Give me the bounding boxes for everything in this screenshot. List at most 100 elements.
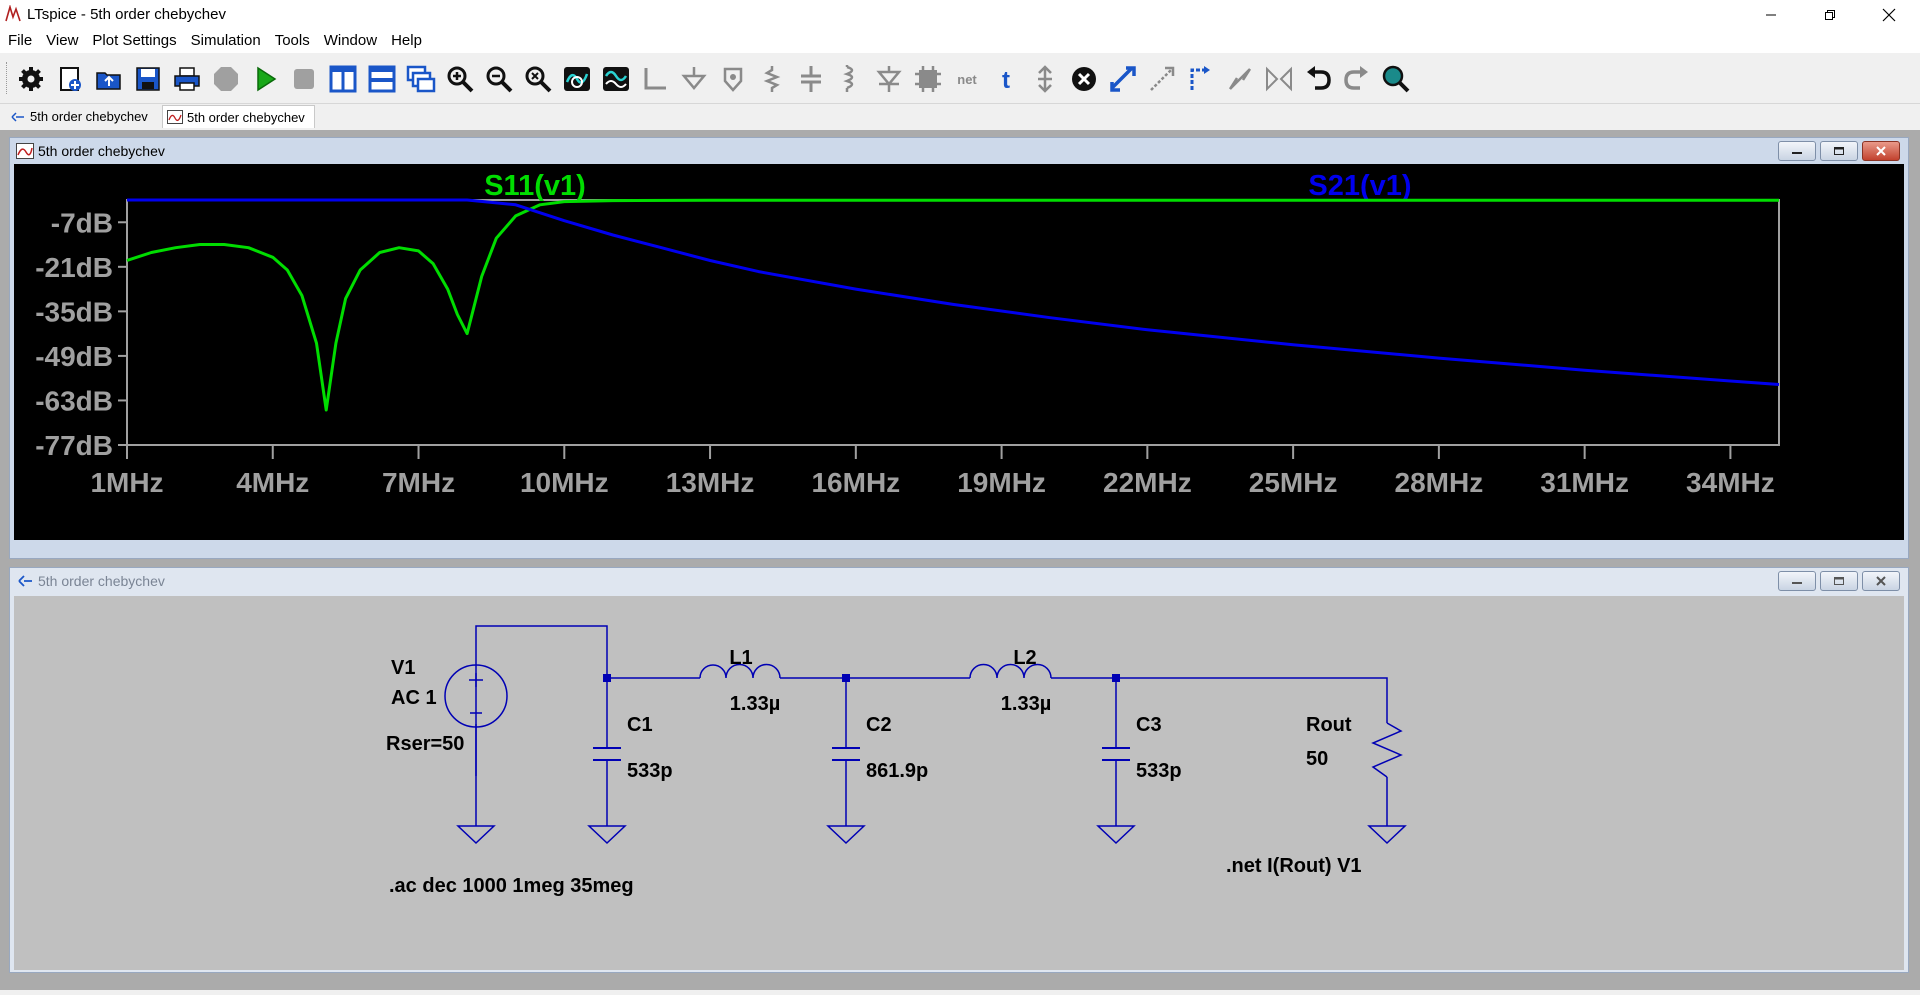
menu-plot-settings[interactable]: Plot Settings: [86, 30, 182, 52]
maximize-icon: [1834, 577, 1844, 585]
move-icon[interactable]: [1030, 64, 1060, 94]
y-tick-label: -63dB: [35, 385, 113, 416]
save-disk-icon[interactable]: [133, 64, 163, 94]
menu-window[interactable]: Window: [318, 30, 383, 52]
legend-s11[interactable]: S11(v1): [484, 170, 586, 202]
l2-value[interactable]: 1.33µ: [1001, 693, 1051, 715]
capacitor-c2[interactable]: [832, 747, 860, 761]
c1-name[interactable]: C1: [627, 714, 653, 736]
tab-schematic[interactable]: 5th order chebychev: [6, 105, 160, 128]
net-directive[interactable]: .net I(Rout) V1: [1226, 855, 1362, 877]
inductor-l2[interactable]: [969, 663, 1052, 679]
run-icon[interactable]: [250, 64, 280, 94]
minimize-button[interactable]: [1741, 0, 1800, 29]
c2-name[interactable]: C2: [866, 714, 892, 736]
waveform-close-button[interactable]: [1862, 141, 1900, 161]
inductor-icon[interactable]: [835, 64, 865, 94]
ground-icon[interactable]: [679, 64, 709, 94]
rout-value[interactable]: 50: [1306, 748, 1328, 770]
waveform-icon[interactable]: [601, 64, 631, 94]
x-tick-label: 19MHz: [957, 467, 1046, 498]
y-tick-label: -49dB: [35, 341, 113, 372]
rotate-icon[interactable]: [1186, 64, 1216, 94]
open-folder-icon[interactable]: [94, 64, 124, 94]
rout-name[interactable]: Rout: [1306, 714, 1352, 736]
ac-directive[interactable]: .ac dec 1000 1meg 35meg: [389, 875, 634, 897]
zoom-out-icon[interactable]: [484, 64, 514, 94]
mirror-icon[interactable]: [1225, 64, 1255, 94]
close-button[interactable]: [1859, 0, 1918, 29]
schematic-window-icon: [18, 575, 32, 587]
cascade-windows-icon[interactable]: [406, 64, 436, 94]
schematic-maximize-button[interactable]: [1820, 571, 1858, 591]
menu-view[interactable]: View: [40, 30, 84, 52]
tile-horizontal-icon[interactable]: [367, 64, 397, 94]
capacitor-c3[interactable]: [1102, 747, 1130, 761]
minimize-icon: [1765, 14, 1776, 15]
autorange-icon[interactable]: [562, 64, 592, 94]
resistor-icon[interactable]: [757, 64, 787, 94]
new-schematic-icon[interactable]: [55, 64, 85, 94]
y-tick-label: -21dB: [35, 252, 113, 283]
label-net-icon[interactable]: [718, 64, 748, 94]
stop-icon[interactable]: [289, 64, 319, 94]
wire-icon[interactable]: [640, 64, 670, 94]
schematic-drawing: V1 AC 1 Rser=50 C1 533p L1 1.33µ C2 861.…: [386, 625, 1407, 897]
duplicate-icon[interactable]: [1108, 64, 1138, 94]
component-icon[interactable]: [913, 64, 943, 94]
halt-icon[interactable]: [211, 64, 241, 94]
c1-value[interactable]: 533p: [627, 760, 673, 782]
menu-simulation[interactable]: Simulation: [185, 30, 267, 52]
c2-value[interactable]: 861.9p: [866, 760, 928, 782]
undo-icon[interactable]: [1303, 64, 1333, 94]
waveform-maximize-button[interactable]: [1820, 141, 1858, 161]
resistor-rout[interactable]: [1371, 722, 1403, 778]
find-icon[interactable]: [1381, 64, 1411, 94]
schematic-canvas[interactable]: V1 AC 1 Rser=50 C1 533p L1 1.33µ C2 861.…: [14, 596, 1904, 970]
zoom-in-icon[interactable]: [445, 64, 475, 94]
waveform-window-icon: [16, 143, 34, 159]
tab-waveform[interactable]: 5th order chebychev: [162, 105, 315, 128]
delete-icon[interactable]: [1069, 64, 1099, 94]
restore-button[interactable]: [1800, 0, 1859, 29]
toolbar: net t: [0, 54, 1920, 104]
tile-vertical-icon[interactable]: [328, 64, 358, 94]
x-tick-label: 25MHz: [1249, 467, 1338, 498]
x-tick-label: 13MHz: [666, 467, 755, 498]
maximize-icon: [1834, 147, 1844, 155]
schematic-window-titlebar[interactable]: 5th order chebychev: [10, 568, 1908, 594]
flip-icon[interactable]: [1264, 64, 1294, 94]
text-icon[interactable]: t: [991, 64, 1021, 94]
menu-file[interactable]: File: [2, 30, 38, 52]
l2-name[interactable]: L2: [1013, 647, 1036, 669]
capacitor-c1[interactable]: [593, 747, 621, 761]
l1-name[interactable]: L1: [729, 647, 752, 669]
waveform-minimize-button[interactable]: [1778, 141, 1816, 161]
toolbar-grip[interactable]: [6, 62, 10, 94]
c3-value[interactable]: 533p: [1136, 760, 1182, 782]
waveform-plot[interactable]: -7dB -21dB -35dB -49dB -63dB -77dB 1MHz 4MHz 7M…: [14, 164, 1904, 540]
menu-tools[interactable]: Tools: [269, 30, 316, 52]
schematic-close-button[interactable]: [1862, 571, 1900, 591]
diode-icon[interactable]: [874, 64, 904, 94]
legend-s21[interactable]: S21(v1): [1308, 170, 1411, 202]
window-title: LTspice - 5th order chebychev: [27, 6, 226, 23]
drag-icon[interactable]: [1147, 64, 1177, 94]
menu-bar: File View Plot Settings Simulation Tools…: [0, 29, 1920, 53]
capacitor-icon[interactable]: [796, 64, 826, 94]
settings-gear-icon[interactable]: [16, 64, 46, 94]
zoom-fit-icon[interactable]: [523, 64, 553, 94]
schematic-minimize-button[interactable]: [1778, 571, 1816, 591]
print-icon[interactable]: [172, 64, 202, 94]
c3-name[interactable]: C3: [1136, 714, 1162, 736]
v1-name[interactable]: V1: [391, 657, 415, 679]
redo-icon[interactable]: [1342, 64, 1372, 94]
v1-value[interactable]: AC 1: [391, 687, 437, 709]
waveform-window-titlebar[interactable]: 5th order chebychev: [10, 138, 1908, 164]
trace-s21-v1[interactable]: [127, 198, 1780, 386]
spice-directive-icon[interactable]: net: [952, 64, 982, 94]
menu-help[interactable]: Help: [385, 30, 428, 52]
l1-value[interactable]: 1.33µ: [730, 693, 780, 715]
v1-rser[interactable]: Rser=50: [386, 733, 464, 755]
x-tick-label: 7MHz: [382, 467, 455, 498]
